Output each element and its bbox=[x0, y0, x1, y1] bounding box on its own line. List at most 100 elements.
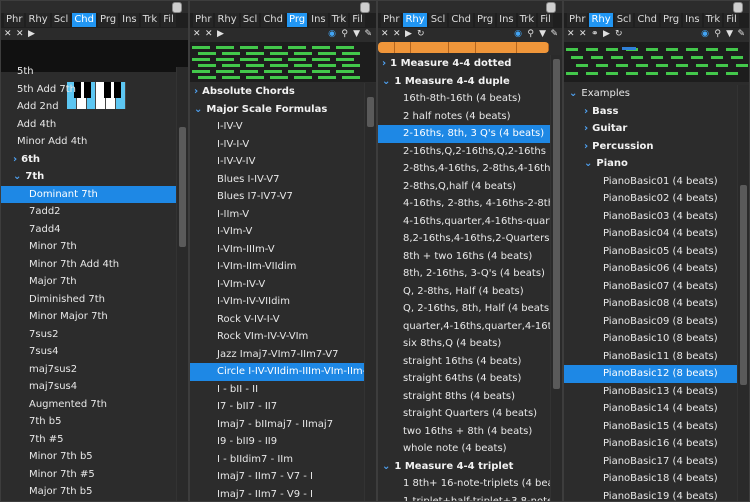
tab-ins[interactable]: Ins bbox=[683, 13, 702, 27]
list-item[interactable]: PianoBasic09 (8 beats) bbox=[564, 313, 737, 331]
list-item[interactable]: 7sus2 bbox=[1, 326, 176, 344]
list-item[interactable]: I-IIm-V bbox=[190, 206, 364, 224]
search-icon[interactable]: ⚲ bbox=[527, 28, 534, 40]
tree-folder[interactable]: › 6th bbox=[1, 151, 176, 169]
list-item[interactable]: straight 16ths (4 beats) bbox=[378, 353, 550, 371]
list-item[interactable]: whole note (4 beats) bbox=[378, 440, 550, 458]
tab-ins[interactable]: Ins bbox=[309, 13, 328, 27]
tab-scl[interactable]: Scl bbox=[614, 13, 634, 27]
chevron-right-icon[interactable]: › bbox=[194, 86, 198, 97]
database-icon[interactable] bbox=[546, 2, 556, 13]
list-item[interactable]: 8th, 2-16ths, 3-Q's (4 beats) bbox=[378, 265, 550, 283]
tree-folder[interactable]: › Bass bbox=[564, 103, 737, 121]
list-item[interactable]: Blues I7-IV7-V7 bbox=[190, 188, 364, 206]
tab-trk[interactable]: Trk bbox=[140, 13, 160, 27]
play-icon[interactable]: ▶ bbox=[405, 28, 412, 40]
list-item[interactable]: Blues I-IV-V7 bbox=[190, 171, 364, 189]
collapse-icon[interactable]: ✕ bbox=[193, 28, 201, 40]
rhythm-list-scrollbar[interactable] bbox=[550, 55, 562, 501]
list-item[interactable]: Major 7th bbox=[1, 273, 176, 291]
list-item[interactable]: 2-16ths,Q,2-16ths,Q,2-16ths bbox=[378, 143, 550, 161]
expand-icon[interactable]: ✕ bbox=[579, 28, 587, 40]
filter-icon[interactable]: ▼ bbox=[726, 28, 733, 40]
tab-rhy[interactable]: Rhy bbox=[403, 13, 427, 27]
list-item[interactable]: Add 2nd bbox=[1, 98, 176, 116]
list-item[interactable]: 5th Add 7th bbox=[1, 81, 176, 99]
examples-list-scrollbar[interactable] bbox=[737, 85, 749, 501]
expand-icon[interactable]: ✕ bbox=[16, 28, 24, 40]
list-item[interactable]: PianoBasic05 (4 beats) bbox=[564, 243, 737, 261]
list-item[interactable]: 2 half notes (4 beats) bbox=[378, 108, 550, 126]
list-item[interactable]: Q, 2-8ths, Half (4 beats) bbox=[378, 283, 550, 301]
tab-scl[interactable]: Scl bbox=[240, 13, 260, 27]
collapse-icon[interactable]: ✕ bbox=[381, 28, 389, 40]
list-item[interactable]: Jazz Imaj7-VIm7-IIm7-V7 bbox=[190, 346, 364, 364]
list-item[interactable]: 7add2 bbox=[1, 203, 176, 221]
list-item[interactable]: PianoBasic08 (4 beats) bbox=[564, 295, 737, 313]
list-item[interactable]: I - bIIdim7 - IIm bbox=[190, 451, 364, 469]
tab-chd[interactable]: Chd bbox=[261, 13, 285, 27]
tab-prg[interactable]: Prg bbox=[98, 13, 119, 27]
tree-folder[interactable]: ⌄ 1 Measure 4-4 triplet bbox=[378, 458, 550, 476]
tab-scl[interactable]: Scl bbox=[428, 13, 448, 27]
list-item[interactable]: I9 - bII9 - II9 bbox=[190, 433, 364, 451]
tree-folder[interactable]: ⌄ Piano bbox=[564, 155, 737, 173]
list-item[interactable]: 2-8ths,4-16ths, 2-8ths,4-16ths (4 b bbox=[378, 160, 550, 178]
chevron-right-icon[interactable]: › bbox=[584, 106, 588, 117]
chevron-right-icon[interactable]: › bbox=[382, 58, 386, 69]
list-item[interactable]: I-VIm-V bbox=[190, 223, 364, 241]
list-item[interactable]: Minor Add 4th bbox=[1, 133, 176, 151]
tab-prg[interactable]: Prg bbox=[287, 13, 308, 27]
database-icon[interactable] bbox=[360, 2, 370, 13]
list-item[interactable]: straight 64ths (4 beats) bbox=[378, 370, 550, 388]
list-item[interactable]: I-IV-V-IV bbox=[190, 153, 364, 171]
wrench-icon[interactable]: ✎ bbox=[550, 28, 558, 40]
tab-fil[interactable]: Fil bbox=[724, 13, 739, 27]
chevron-right-icon[interactable]: › bbox=[584, 141, 588, 152]
list-item[interactable]: I-VIm-IV-V bbox=[190, 276, 364, 294]
chevron-down-icon[interactable]: ⌄ bbox=[382, 461, 390, 472]
play-icon[interactable]: ▶ bbox=[28, 28, 35, 40]
list-item[interactable]: I-VIm-IIIm-V bbox=[190, 241, 364, 259]
chevron-down-icon[interactable]: ⌄ bbox=[13, 171, 21, 182]
list-item[interactable]: straight 8ths (4 beats) bbox=[378, 388, 550, 406]
tab-phr[interactable]: Phr bbox=[4, 13, 25, 27]
list-item[interactable]: Minor Major 7th bbox=[1, 308, 176, 326]
chevron-down-icon[interactable]: ⌄ bbox=[194, 104, 202, 115]
tab-ins[interactable]: Ins bbox=[497, 13, 516, 27]
wrench-icon[interactable]: ✎ bbox=[364, 28, 372, 40]
tree-folder[interactable]: › Absolute Chords bbox=[190, 83, 364, 101]
search-icon[interactable]: ⚲ bbox=[341, 28, 348, 40]
list-item[interactable]: I - bII - II bbox=[190, 381, 364, 399]
tree-folder[interactable]: ⌄ 7th bbox=[1, 168, 176, 186]
search-icon[interactable]: ⚲ bbox=[714, 28, 721, 40]
tab-chd[interactable]: Chd bbox=[449, 13, 473, 27]
chevron-down-icon[interactable]: ⌄ bbox=[569, 88, 577, 99]
list-item[interactable]: 2-16ths, 8th, 3 Q's (4 beats) bbox=[378, 125, 550, 143]
eye-icon[interactable]: ◉ bbox=[514, 28, 522, 40]
list-item[interactable]: 7sus4 bbox=[1, 343, 176, 361]
eye-icon[interactable]: ◉ bbox=[328, 28, 336, 40]
list-item[interactable]: Diminished 7th bbox=[1, 291, 176, 309]
list-item[interactable]: PianoBasic03 (4 beats) bbox=[564, 208, 737, 226]
tab-trk[interactable]: Trk bbox=[329, 13, 349, 27]
list-item[interactable]: I7 - bII7 - II7 bbox=[190, 398, 364, 416]
tab-fil[interactable]: Fil bbox=[350, 13, 365, 27]
tab-rhy[interactable]: Rhy bbox=[215, 13, 239, 27]
expand-icon[interactable]: ✕ bbox=[205, 28, 213, 40]
list-item[interactable]: PianoBasic11 (8 beats) bbox=[564, 348, 737, 366]
list-item[interactable]: 2-8ths,Q,half (4 beats) bbox=[378, 178, 550, 196]
list-item[interactable]: PianoBasic13 (4 beats) bbox=[564, 383, 737, 401]
list-item[interactable]: I-IV-I-V bbox=[190, 136, 364, 154]
wrench-icon[interactable]: ✎ bbox=[737, 28, 745, 40]
tab-trk[interactable]: Trk bbox=[517, 13, 537, 27]
list-item[interactable]: PianoBasic16 (4 beats) bbox=[564, 435, 737, 453]
tab-phr[interactable]: Phr bbox=[567, 13, 588, 27]
list-item[interactable]: Minor 7th #5 bbox=[1, 466, 176, 484]
list-item[interactable]: Minor 7th b5 bbox=[1, 448, 176, 466]
database-icon[interactable] bbox=[733, 2, 743, 13]
play-icon[interactable]: ▶ bbox=[217, 28, 224, 40]
list-item[interactable]: two 16ths + 8th (4 beats) bbox=[378, 423, 550, 441]
list-item[interactable]: Major 7th b5 bbox=[1, 483, 176, 499]
chevron-right-icon[interactable]: › bbox=[13, 154, 17, 165]
